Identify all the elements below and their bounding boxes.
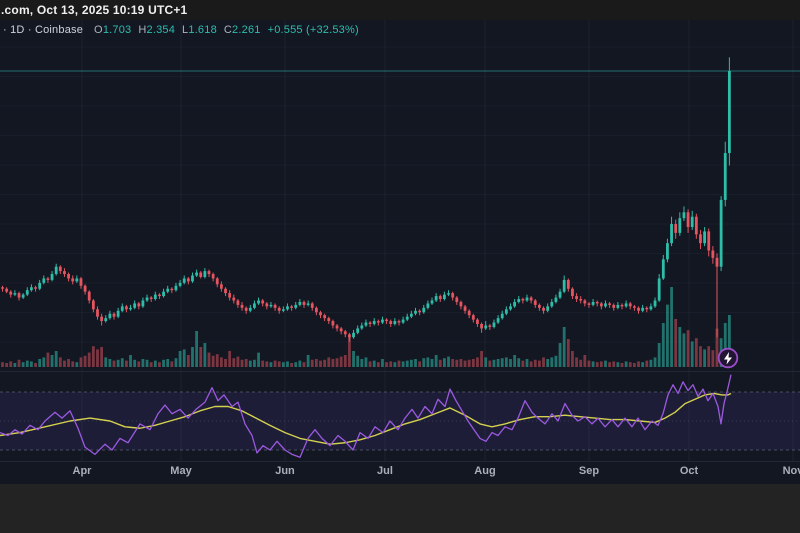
candlestick-series (1, 57, 731, 342)
legend-low-value: 1.618 (188, 24, 217, 36)
month-label: Oct (679, 465, 699, 477)
month-label: Nov (782, 465, 800, 477)
lightning-icon (717, 347, 739, 369)
ohlc-legend: · 1D · Coinbase O1.703 H2.354 L1.618 C2.261 +… (3, 24, 359, 36)
bottom-filler (0, 484, 800, 533)
window-title: .com, Oct 13, 2025 10:19 UTC+1 (1, 3, 188, 17)
legend-close-value: 2.261 (232, 24, 261, 36)
month-label: Aug (474, 465, 496, 477)
legend-symbol: · 1D · Coinbase (3, 24, 84, 36)
month-label: May (170, 465, 192, 477)
month-label: Apr (72, 465, 92, 477)
legend-high-value: 2.354 (146, 24, 176, 36)
legend-close-label: C (223, 24, 233, 36)
volume-series (1, 287, 731, 367)
time-axis[interactable]: Apr May Jun Jul Aug Sep Oct Nov (0, 461, 800, 484)
main-chart[interactable] (0, 0, 800, 533)
legend-high-label: H (138, 24, 147, 36)
month-label: Jul (377, 465, 393, 477)
legend-change: +0.555 (+32.53%) (267, 24, 359, 36)
legend-open-label: O (94, 24, 103, 36)
month-label: Jun (275, 465, 295, 477)
lightning-boost-button[interactable] (717, 347, 739, 369)
month-label: Sep (578, 465, 600, 477)
title-bar: .com, Oct 13, 2025 10:19 UTC+1 (0, 0, 800, 20)
rsi-band (0, 391, 800, 451)
legend-open-value: 1.703 (102, 24, 132, 36)
